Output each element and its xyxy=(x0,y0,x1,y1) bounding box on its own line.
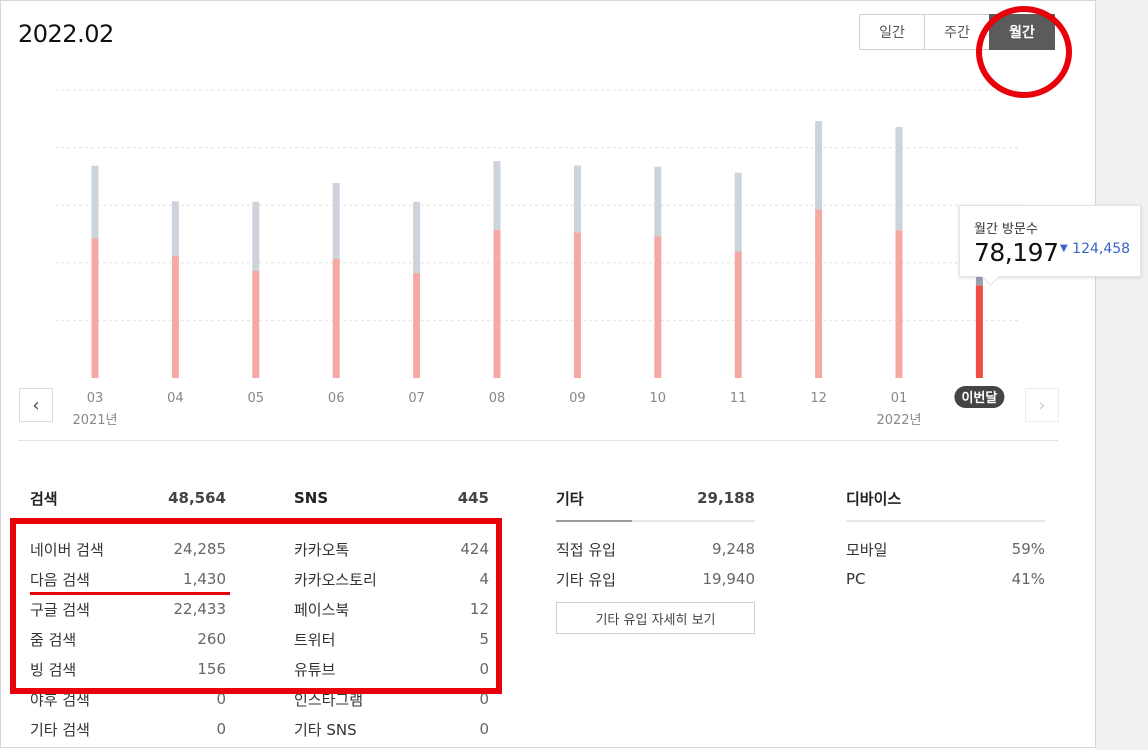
tooltip-value: 78,197 xyxy=(974,238,1059,267)
monthly-visits-tooltip: 월간 방문수 78,197 ▼ 124,458 xyxy=(959,205,1141,286)
bar-secondary xyxy=(252,201,260,272)
sns-header: SNS 445 xyxy=(294,476,489,520)
x-tick-label: 10 xyxy=(650,391,667,406)
sns-total: 445 xyxy=(457,489,489,507)
bar-primary xyxy=(171,256,179,378)
row-value: 9,248 xyxy=(712,540,755,558)
other-total: 29,188 xyxy=(697,489,755,507)
bar-primary xyxy=(493,229,501,378)
chart-next-button[interactable]: › xyxy=(1025,388,1059,422)
bar-secondary xyxy=(332,182,340,259)
row-label: 직접 유입 xyxy=(556,540,616,559)
chevron-right-icon: › xyxy=(1038,394,1046,416)
row-value: 59% xyxy=(1011,540,1045,558)
x-tick-label: 11 xyxy=(730,391,747,406)
sns-title: SNS xyxy=(294,489,329,507)
x-tick-label: 09 xyxy=(569,391,586,406)
section-divider xyxy=(18,440,1058,441)
right-gutter xyxy=(1096,0,1148,750)
x-tick-label: 01 xyxy=(891,391,908,406)
year-label: 2022년 xyxy=(876,413,921,428)
row-label: PC xyxy=(846,570,866,588)
x-tick-label: 05 xyxy=(248,391,265,406)
bar-secondary xyxy=(654,166,662,237)
bar-primary xyxy=(815,209,823,378)
caret-down-icon: ▼ xyxy=(1060,243,1068,254)
bar-primary xyxy=(413,273,421,378)
bar-primary xyxy=(91,238,99,378)
x-tick-label: 04 xyxy=(167,391,184,406)
x-tick-label: 12 xyxy=(810,391,827,406)
visits-bar-chart: 03 04 05 06 07 08 09 10 11 12 01 이번달 2021년 2022년 xyxy=(55,89,1020,428)
list-item: PC 41% xyxy=(846,564,1045,594)
row-value: 0 xyxy=(216,720,226,738)
row-value: 41% xyxy=(1011,570,1045,588)
bar-secondary xyxy=(895,127,903,231)
other-header: 기타 29,188 xyxy=(556,476,755,520)
other-inflow-detail-button[interactable]: 기타 유입 자세히 보기 xyxy=(556,602,755,634)
highlight-box xyxy=(10,518,502,694)
chevron-left-icon: ‹ xyxy=(32,394,40,416)
bar-primary xyxy=(252,271,260,378)
bar-secondary xyxy=(573,165,581,233)
bar-primary xyxy=(975,285,983,378)
row-value: 19,940 xyxy=(702,570,756,588)
list-item: 직접 유입 9,248 xyxy=(556,534,755,564)
bar-secondary xyxy=(815,121,823,210)
search-header: 검색 48,564 xyxy=(30,476,226,520)
bar-primary xyxy=(573,232,581,378)
row-label: 기타 검색 xyxy=(30,720,90,739)
list-item: 기타 SNS 0 xyxy=(294,714,489,744)
x-tick-label: 07 xyxy=(408,391,425,406)
tooltip-previous-value: 124,458 xyxy=(1072,241,1131,257)
tooltip-label: 월간 방문수 xyxy=(974,222,1038,237)
other-header-line xyxy=(556,520,755,522)
x-tick-label: 이번달 xyxy=(961,390,997,406)
x-tick-label: 03 xyxy=(87,391,104,406)
device-title: 디바이스 xyxy=(846,489,902,508)
bar-secondary xyxy=(413,201,421,274)
bar-primary xyxy=(332,258,340,378)
tooltip-previous: ▼ 124,458 xyxy=(1060,241,1130,257)
x-tick-label: 06 xyxy=(328,391,345,406)
highlight-underline xyxy=(30,592,230,595)
bar-primary xyxy=(654,236,662,378)
device-header: 디바이스 xyxy=(846,476,1045,520)
year-label: 2021년 xyxy=(72,413,117,428)
list-item: 모바일 59% xyxy=(846,534,1045,564)
row-label: 기타 유입 xyxy=(556,570,616,589)
row-label: 모바일 xyxy=(846,540,888,559)
device-stats: 디바이스 모바일 59% PC 41% xyxy=(846,476,1045,594)
list-item: 기타 유입 19,940 xyxy=(556,564,755,594)
row-value: 0 xyxy=(479,720,489,738)
chart-prev-button[interactable]: ‹ xyxy=(19,388,53,422)
bar-primary xyxy=(734,251,742,378)
highlight-circle xyxy=(976,6,1072,98)
bar-secondary xyxy=(734,172,742,252)
list-item: 기타 검색 0 xyxy=(30,714,226,744)
search-title: 검색 xyxy=(30,489,58,508)
device-header-line xyxy=(846,520,1045,522)
other-stats: 기타 29,188 직접 유입 9,248 기타 유입 19,940 기타 유입 자… xyxy=(556,476,755,634)
bar-secondary xyxy=(493,161,501,230)
row-label: 기타 SNS xyxy=(294,720,357,739)
bar-secondary xyxy=(91,165,99,239)
other-title: 기타 xyxy=(556,489,584,508)
bar-primary xyxy=(895,230,903,378)
x-tick-label: 08 xyxy=(489,391,506,406)
search-total: 48,564 xyxy=(168,489,226,507)
bar-secondary xyxy=(171,201,179,257)
